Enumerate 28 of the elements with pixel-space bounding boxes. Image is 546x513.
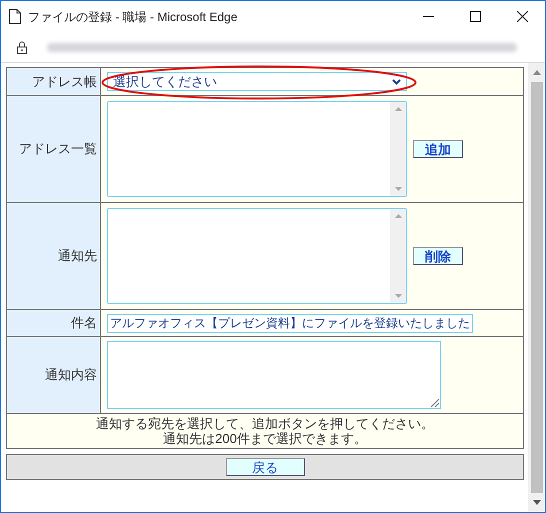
lock-icon <box>17 40 27 54</box>
field-label: アドレス帳 <box>32 74 97 89</box>
scroll-down-icon[interactable] <box>532 500 540 505</box>
scrollbar[interactable] <box>390 209 406 303</box>
page-icon <box>9 9 21 24</box>
list-box[interactable] <box>107 208 407 304</box>
help-text: 通知先は200件まで選択できます。 <box>162 431 368 446</box>
close-icon[interactable] <box>517 11 528 22</box>
back-button[interactable]: 戻る <box>226 458 304 476</box>
help-text: 通知する宛先を選択して、追加ボタンを押してください。 <box>95 416 435 431</box>
list-action-button[interactable]: 削除 <box>413 247 463 265</box>
field-label: 件名 <box>71 315 97 330</box>
chevron-down-icon <box>392 78 401 84</box>
list-box[interactable] <box>107 101 407 197</box>
scrollbar-thumb[interactable] <box>530 82 542 493</box>
scrollbar[interactable] <box>390 102 406 196</box>
scrollbar[interactable] <box>528 63 545 512</box>
field-label: 通知先 <box>58 248 97 264</box>
field-label: 通知内容 <box>45 367 97 382</box>
subject-field[interactable]: アルファオフィス【プレゼン資料】にファイルを登録いたしました <box>107 314 473 332</box>
window-title: ファイルの登録 - 職場 - Microsoft Edge <box>28 8 238 26</box>
maximize-icon[interactable] <box>470 11 481 22</box>
field-label: アドレス一覧 <box>19 141 97 156</box>
scroll-up-icon[interactable] <box>394 214 402 218</box>
scroll-up-icon[interactable] <box>394 107 402 111</box>
resize-grip-icon[interactable] <box>431 399 439 407</box>
list-action-button[interactable]: 追加 <box>413 140 463 158</box>
scroll-up-icon[interactable] <box>532 70 540 75</box>
